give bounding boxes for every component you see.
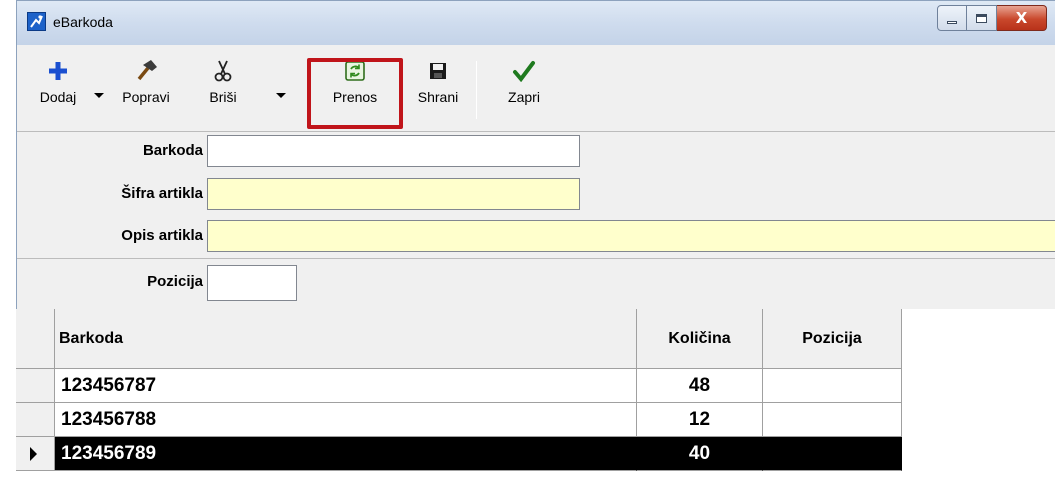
popravi-label: Popravi — [122, 89, 170, 105]
dodaj-button[interactable]: Dodaj — [33, 57, 83, 125]
cell-pozicija[interactable] — [763, 437, 902, 471]
sifra-artikla-input[interactable] — [207, 178, 580, 210]
prenos-highlight — [307, 58, 403, 129]
sifra-artikla-label: Šifra artikla — [121, 185, 203, 202]
table-row-selected[interactable]: 123456789 40 — [16, 437, 902, 471]
toolbar: Dodaj Popravi Briši Prenos Shrani Zapri — [25, 45, 1055, 131]
brisi-dropdown-icon[interactable] — [276, 93, 286, 98]
barkoda-input[interactable] — [207, 135, 580, 167]
opis-artikla-label: Opis artikla — [121, 227, 203, 244]
pozicija-label: Pozicija — [147, 273, 203, 290]
cell-pozicija[interactable] — [763, 369, 902, 403]
cell-barkoda[interactable]: 123456789 — [55, 437, 637, 471]
zapri-button[interactable]: Zapri — [499, 57, 549, 125]
table-row[interactable]: 123456788 12 — [16, 403, 902, 437]
window-controls: X — [937, 5, 1047, 31]
cell-kolicina[interactable]: 40 — [637, 437, 763, 471]
minimize-button[interactable] — [937, 5, 967, 31]
column-header-pozicija[interactable]: Pozicija — [763, 309, 902, 369]
cell-kolicina[interactable]: 48 — [637, 369, 763, 403]
maximize-icon — [976, 13, 987, 23]
plus-icon — [33, 57, 83, 85]
table-row[interactable]: 123456787 48 — [16, 369, 902, 403]
window-title: eBarkoda — [53, 14, 113, 30]
current-row-arrow-icon — [29, 446, 37, 461]
row-indicator[interactable] — [16, 369, 55, 403]
cell-kolicina[interactable]: 12 — [637, 403, 763, 437]
opis-artikla-input[interactable] — [207, 220, 1055, 252]
shrani-label: Shrani — [417, 89, 459, 105]
row-indicator[interactable] — [16, 403, 55, 437]
close-icon: X — [1015, 8, 1028, 27]
row-indicator[interactable] — [16, 437, 55, 471]
cell-barkoda[interactable]: 123456788 — [55, 403, 637, 437]
title-bar[interactable]: eBarkoda X — [17, 1, 1055, 45]
dodaj-label: Dodaj — [39, 89, 77, 105]
checkmark-icon — [499, 57, 549, 85]
scissors-icon — [201, 57, 245, 85]
article-form: Barkoda Šifra artikla Opis artikla — [17, 131, 1055, 256]
grid-header: Barkoda Količina Pozicija — [16, 309, 902, 369]
maximize-button[interactable] — [967, 5, 997, 31]
minimize-icon — [947, 20, 957, 24]
barcode-grid[interactable]: Barkoda Količina Pozicija 123456787 48 1… — [16, 309, 1055, 479]
column-header-barkoda[interactable]: Barkoda — [55, 309, 637, 369]
barkoda-label: Barkoda — [142, 142, 203, 159]
cell-barkoda[interactable]: 123456787 — [55, 369, 637, 403]
hammer-icon — [109, 57, 183, 85]
column-header-kolicina[interactable]: Količina — [637, 309, 763, 369]
brisi-button[interactable]: Briši — [201, 57, 245, 125]
brisi-label: Briši — [209, 89, 237, 105]
floppy-disk-icon — [410, 57, 466, 85]
dodaj-dropdown-icon[interactable] — [94, 93, 104, 98]
close-button[interactable]: X — [997, 5, 1047, 31]
cell-pozicija[interactable] — [763, 403, 902, 437]
pozicija-input[interactable] — [207, 265, 297, 301]
header-indicator-cell — [16, 309, 55, 369]
app-logo-icon — [27, 12, 46, 31]
popravi-button[interactable]: Popravi — [109, 57, 183, 125]
shrani-button[interactable]: Shrani — [410, 57, 466, 125]
zapri-label: Zapri — [508, 89, 540, 105]
toolbar-separator — [476, 61, 477, 119]
position-section: Pozicija — [17, 258, 1055, 310]
